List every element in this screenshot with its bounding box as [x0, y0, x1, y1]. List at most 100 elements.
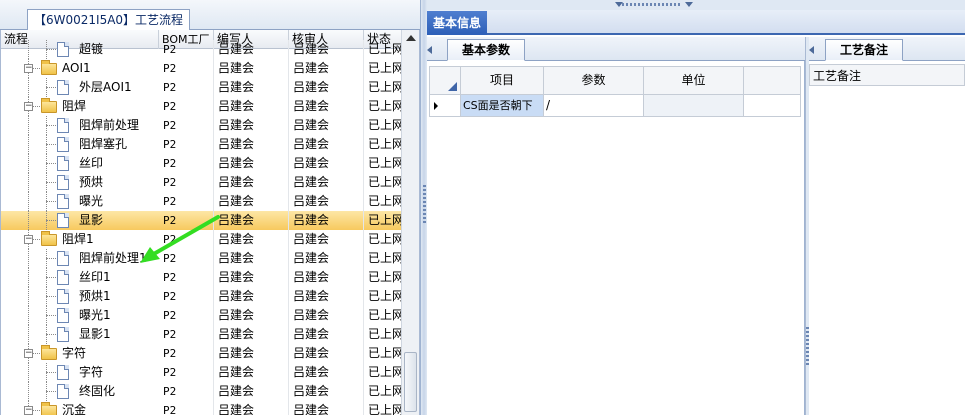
- writer-cell: 吕建会: [214, 363, 289, 382]
- status-cell: 已上网: [364, 211, 402, 230]
- folder-icon: [41, 345, 57, 360]
- writer-cell: 吕建会: [214, 287, 289, 306]
- collapse-node-icon[interactable]: −: [24, 64, 33, 73]
- tab-basic-info[interactable]: 基本信息: [427, 11, 488, 35]
- bom-cell: P2: [159, 135, 214, 154]
- writer-cell: 吕建会: [214, 78, 289, 97]
- collapse-node-icon[interactable]: −: [24, 102, 33, 111]
- bom-cell: P2: [159, 344, 214, 363]
- tree-row[interactable]: − 字符 P2 吕建会 吕建会 已上网: [1, 344, 402, 363]
- document-icon: [57, 194, 69, 209]
- tree-row[interactable]: 预烘 P2 吕建会 吕建会 已上网: [1, 173, 402, 192]
- tree-row[interactable]: 外层AOI1 P2 吕建会 吕建会 已上网: [1, 78, 402, 97]
- tree-row[interactable]: − 沉金 P2 吕建会 吕建会 已上网: [1, 401, 402, 415]
- bom-cell: P2: [159, 59, 214, 78]
- bom-cell: P2: [159, 116, 214, 135]
- collapse-up-icon[interactable]: [685, 2, 693, 7]
- tree-row[interactable]: 终固化 P2 吕建会 吕建会 已上网: [1, 382, 402, 401]
- tree-row[interactable]: 阻焊塞孔 P2 吕建会 吕建会 已上网: [1, 135, 402, 154]
- tree-row[interactable]: 曝光1 P2 吕建会 吕建会 已上网: [1, 306, 402, 325]
- tree-row[interactable]: 阻焊前处理1 P2 吕建会 吕建会 已上网: [1, 249, 402, 268]
- splitter-grip[interactable]: [423, 185, 426, 225]
- tree-row[interactable]: − 阻焊1 P2 吕建会 吕建会 已上网: [1, 230, 402, 249]
- writer-cell: 吕建会: [214, 325, 289, 344]
- param-unit-cell[interactable]: [644, 95, 744, 116]
- top-splitter[interactable]: [427, 0, 965, 10]
- notes-field-label[interactable]: 工艺备注: [809, 64, 965, 86]
- tree-row[interactable]: 丝印 P2 吕建会 吕建会 已上网: [1, 154, 402, 173]
- tree-row[interactable]: − 阻焊 P2 吕建会 吕建会 已上网: [1, 97, 402, 116]
- collapse-node-icon[interactable]: −: [24, 349, 33, 358]
- grid-corner[interactable]: [430, 67, 461, 94]
- tab-basic-params[interactable]: 基本参数: [447, 39, 526, 61]
- vertical-scrollbar[interactable]: [401, 30, 419, 415]
- select-all-icon[interactable]: [448, 82, 457, 91]
- status-cell: 已上网: [364, 192, 402, 211]
- param-item-cell[interactable]: CS面是否朝下: [461, 95, 544, 116]
- reviewer-cell: 吕建会: [289, 192, 364, 211]
- column-header-value[interactable]: 参数: [544, 67, 644, 94]
- column-header-item[interactable]: 项目: [461, 67, 544, 94]
- status-cell: 已上网: [364, 154, 402, 173]
- bom-cell: P2: [159, 268, 214, 287]
- bom-cell: P2: [159, 211, 214, 230]
- tree-guide-line: [46, 201, 56, 202]
- param-value-cell[interactable]: /: [544, 95, 644, 116]
- writer-cell: 吕建会: [214, 401, 289, 415]
- row-indicator[interactable]: [430, 95, 461, 116]
- tree-row[interactable]: − AOI1 P2 吕建会 吕建会 已上网: [1, 59, 402, 78]
- reviewer-cell: 吕建会: [289, 97, 364, 116]
- tree-row[interactable]: 显影1 P2 吕建会 吕建会 已上网: [1, 325, 402, 344]
- node-label: 沉金: [62, 403, 87, 415]
- tab-process-notes[interactable]: 工艺备注: [825, 39, 904, 61]
- collapse-node-icon[interactable]: −: [24, 406, 33, 415]
- bom-cell: P2: [159, 306, 214, 325]
- writer-cell: 吕建会: [214, 268, 289, 287]
- tree-row[interactable]: 超镀 P2 吕建会 吕建会 已上网: [1, 40, 402, 59]
- tree-row[interactable]: 阻焊前处理 P2 吕建会 吕建会 已上网: [1, 116, 402, 135]
- tree-row[interactable]: 预烘1 P2 吕建会 吕建会 已上网: [1, 287, 402, 306]
- collapse-left-icon[interactable]: [809, 46, 814, 54]
- reviewer-cell: 吕建会: [289, 287, 364, 306]
- top-splitter-grip[interactable]: [622, 3, 682, 6]
- reviewer-cell: 吕建会: [289, 135, 364, 154]
- tree-row[interactable]: 字符 P2 吕建会 吕建会 已上网: [1, 363, 402, 382]
- node-label: 阻焊塞孔: [79, 137, 128, 151]
- tree-guide-line: [28, 211, 29, 230]
- node-label: 丝印: [79, 156, 104, 170]
- vertical-splitter[interactable]: [420, 0, 427, 415]
- tree-guide-line: [28, 325, 29, 344]
- bom-cell: P2: [159, 78, 214, 97]
- writer-cell: 吕建会: [214, 97, 289, 116]
- status-cell: 已上网: [364, 40, 402, 59]
- document-icon: [57, 270, 69, 285]
- tree-guide-line: [28, 249, 29, 268]
- tree-row[interactable]: 丝印1 P2 吕建会 吕建会 已上网: [1, 268, 402, 287]
- tree-guide-line: [28, 287, 29, 306]
- reviewer-cell: 吕建会: [289, 363, 364, 382]
- collapse-left-icon[interactable]: [427, 46, 432, 54]
- document-icon: [57, 80, 69, 95]
- reviewer-cell: 吕建会: [289, 268, 364, 287]
- params-row[interactable]: CS面是否朝下 /: [429, 95, 801, 117]
- node-label: 曝光1: [79, 308, 111, 322]
- node-label: AOI1: [62, 61, 91, 75]
- scroll-up-icon[interactable]: [406, 35, 416, 41]
- collapse-up-icon[interactable]: [615, 2, 623, 7]
- scrollbar-thumb[interactable]: [404, 352, 417, 412]
- tree-guide-line: [28, 40, 29, 59]
- tree-guide-line: [28, 78, 29, 97]
- tree-row[interactable]: 显影 P2 吕建会 吕建会 已上网: [1, 211, 402, 230]
- column-header-unit[interactable]: 单位: [644, 67, 744, 94]
- reviewer-cell: 吕建会: [289, 401, 364, 415]
- collapse-node-icon[interactable]: −: [24, 235, 33, 244]
- tab-process-flow[interactable]: 【6W0021I5A0】工艺流程: [27, 9, 191, 31]
- tree-guide-line: [28, 192, 29, 211]
- tree-guide-line: [46, 372, 56, 373]
- tree-guide-line: [46, 144, 56, 145]
- bom-cell: P2: [159, 363, 214, 382]
- tree-row[interactable]: 曝光 P2 吕建会 吕建会 已上网: [1, 192, 402, 211]
- document-icon: [57, 156, 69, 171]
- tree-guide-line: [28, 306, 29, 325]
- status-cell: 已上网: [364, 325, 402, 344]
